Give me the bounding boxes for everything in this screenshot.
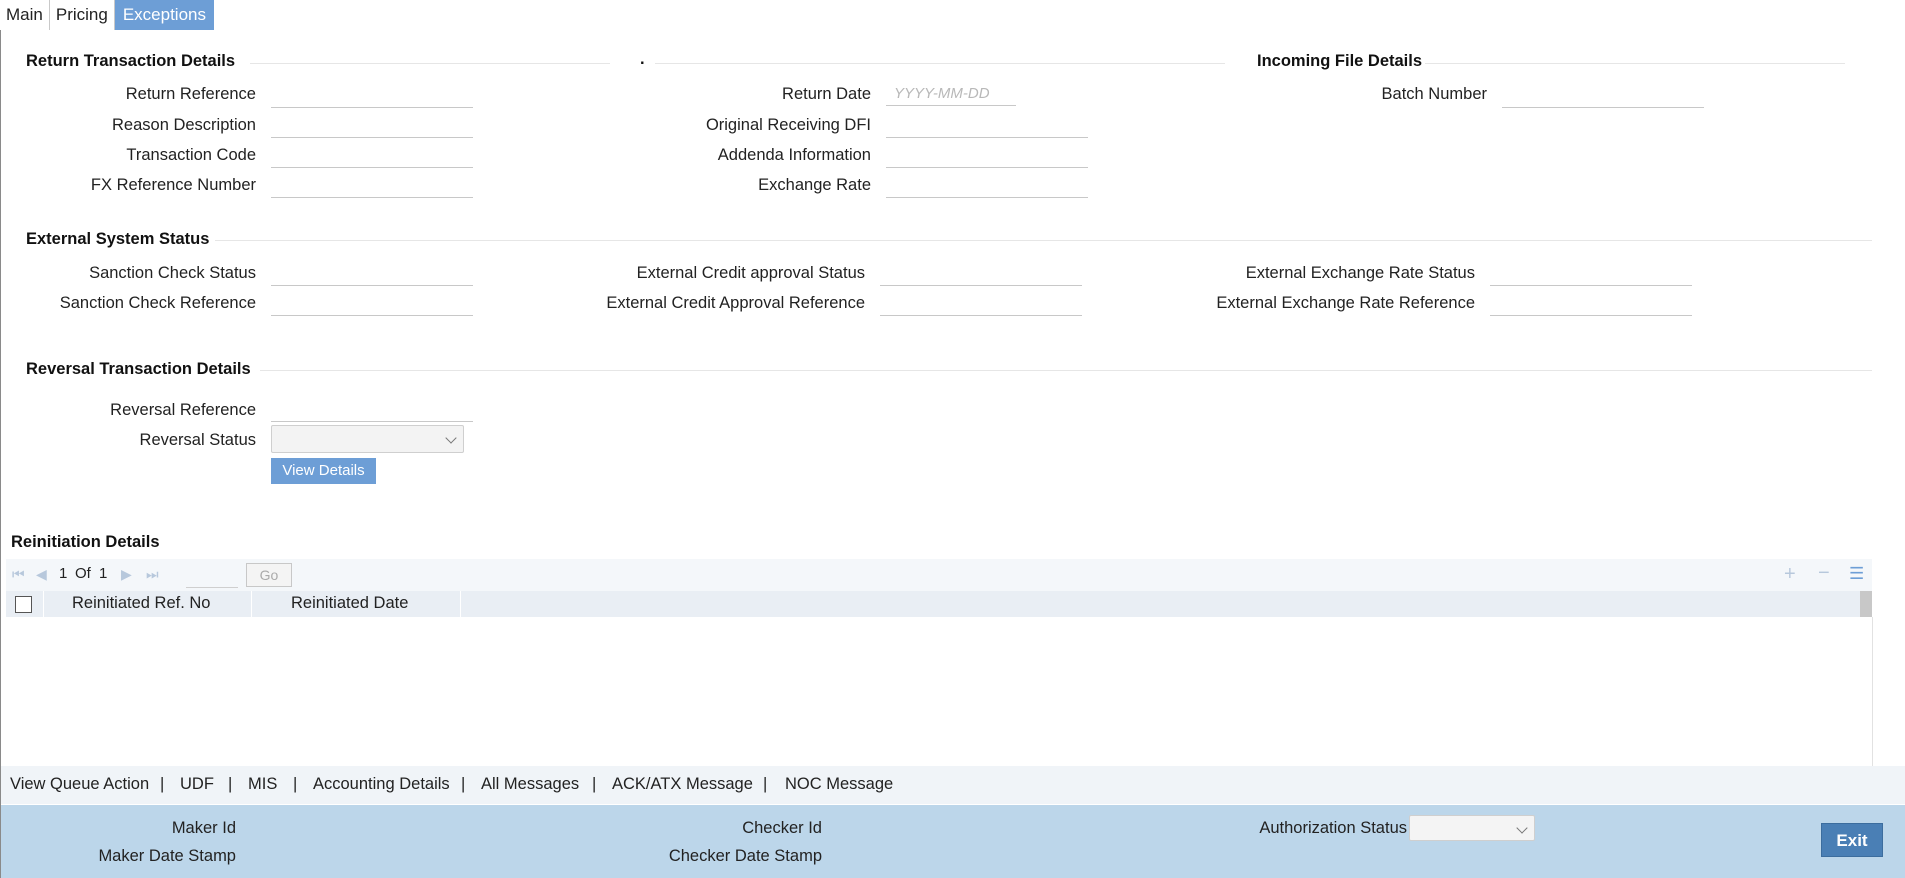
authorization-status-label: Authorization Status: [1259, 819, 1407, 837]
reversal-section-title: Reversal Transaction Details: [26, 360, 251, 378]
return-reference-input[interactable]: [271, 84, 473, 108]
external-section-title: External System Status: [26, 230, 210, 248]
external-exchange-rate-status-label: External Exchange Rate Status: [1245, 264, 1475, 282]
divider: [260, 370, 1872, 371]
original-receiving-dfi-input[interactable]: [886, 114, 1088, 138]
maker-id-label: Maker Id: [171, 819, 236, 837]
add-row-icon[interactable]: +: [1784, 563, 1796, 586]
exchange-rate-input[interactable]: [886, 174, 1088, 198]
incoming-section-title: Incoming File Details: [1257, 52, 1423, 70]
column-header-date[interactable]: Reinitiated Date: [291, 594, 408, 613]
select-all-checkbox[interactable]: [15, 596, 32, 613]
external-credit-approval-reference-label: External Credit Approval Reference: [606, 294, 865, 312]
link-separator: |: [160, 775, 165, 793]
batch-number-input[interactable]: [1502, 84, 1704, 108]
go-button[interactable]: Go: [246, 563, 292, 587]
reversal-reference-label: Reversal Reference: [110, 401, 256, 419]
external-credit-approval-reference-input[interactable]: [880, 292, 1082, 316]
transaction-code-label: Transaction Code: [126, 146, 256, 164]
grid-toolbar: ⏮ ◀ 1 Of 1 ▶ ⏭ Go + − ☰: [6, 559, 1872, 591]
return-section-title: Return Transaction Details: [26, 52, 236, 70]
sanction-check-status-label: Sanction Check Status: [89, 264, 256, 282]
divider: [250, 63, 610, 64]
column-header-ref-no[interactable]: Reinitiated Ref. No: [72, 594, 211, 613]
grid-header: Reinitiated Ref. No Reinitiated Date: [6, 591, 1860, 617]
reason-description-input[interactable]: [271, 114, 473, 138]
column-divider: [251, 591, 252, 617]
delete-row-icon[interactable]: −: [1818, 562, 1830, 585]
checker-id-label: Checker Id: [742, 819, 822, 837]
mis-link[interactable]: MIS: [248, 775, 277, 794]
return-date-input[interactable]: YYYY-MM-DD: [886, 82, 1016, 106]
page-number-input[interactable]: [186, 563, 238, 588]
tab-main[interactable]: Main: [0, 0, 50, 30]
batch-number-label: Batch Number: [1381, 85, 1487, 103]
tab-bar: Main Pricing Exceptions: [0, 0, 214, 30]
external-exchange-rate-status-input[interactable]: [1490, 262, 1692, 286]
reversal-status-label: Reversal Status: [139, 431, 256, 449]
accounting-details-link[interactable]: Accounting Details: [313, 775, 450, 794]
divider: [655, 63, 1225, 64]
next-page-icon[interactable]: ▶: [121, 566, 132, 583]
status-bar: Maker Id Maker Date Stamp Checker Id Che…: [0, 805, 1905, 878]
middle-section-title: .: [640, 50, 645, 68]
sanction-check-reference-input[interactable]: [271, 292, 473, 316]
view-queue-action-link[interactable]: View Queue Action: [10, 775, 149, 794]
noc-message-link[interactable]: NOC Message: [785, 775, 893, 794]
ack-atx-message-link[interactable]: ACK/ATX Message: [612, 775, 753, 794]
transaction-code-input[interactable]: [271, 144, 473, 168]
reversal-status-select[interactable]: [271, 425, 464, 453]
tab-exceptions[interactable]: Exceptions: [114, 0, 214, 30]
page-total: 1: [99, 565, 108, 582]
reinitiation-section-title: Reinitiation Details: [11, 533, 160, 551]
list-view-icon[interactable]: ☰: [1849, 564, 1864, 584]
reason-description-label: Reason Description: [112, 116, 256, 134]
last-page-icon[interactable]: ⏭: [146, 566, 159, 583]
udf-link[interactable]: UDF: [180, 775, 214, 794]
link-separator: |: [592, 775, 597, 793]
exchange-rate-label: Exchange Rate: [758, 176, 871, 194]
first-page-icon[interactable]: ⏮: [12, 566, 25, 583]
link-separator: |: [461, 775, 466, 793]
maker-date-stamp-label: Maker Date Stamp: [98, 847, 236, 865]
divider: [1425, 63, 1845, 64]
chevron-down-icon: [1516, 822, 1528, 834]
exit-button[interactable]: Exit: [1821, 823, 1883, 857]
link-separator: |: [763, 775, 768, 793]
grid-body: [6, 617, 1873, 767]
page-current: 1: [59, 565, 68, 582]
grid-scrollbar[interactable]: [1860, 591, 1872, 617]
checker-date-stamp-label: Checker Date Stamp: [668, 847, 822, 865]
view-details-button[interactable]: View Details: [271, 458, 376, 484]
external-credit-approval-status-label: External Credit approval Status: [636, 264, 865, 282]
fx-reference-number-input[interactable]: [271, 174, 473, 198]
footer-links: View Queue Action | UDF | MIS | Accounti…: [0, 766, 1905, 804]
column-divider: [43, 591, 44, 617]
link-separator: |: [293, 775, 298, 793]
authorization-status-select[interactable]: [1409, 815, 1535, 841]
fx-reference-number-label: FX Reference Number: [90, 176, 256, 194]
prev-page-icon[interactable]: ◀: [36, 566, 47, 583]
external-credit-approval-status-input[interactable]: [880, 262, 1082, 286]
chevron-down-icon: [445, 432, 457, 444]
link-separator: |: [228, 775, 233, 793]
page-of: Of: [75, 565, 91, 582]
original-receiving-dfi-label: Original Receiving DFI: [705, 116, 871, 134]
reversal-reference-input[interactable]: [271, 398, 473, 422]
sanction-check-status-input[interactable]: [271, 262, 473, 286]
external-exchange-rate-reference-input[interactable]: [1490, 292, 1692, 316]
external-exchange-rate-reference-label: External Exchange Rate Reference: [1216, 294, 1475, 312]
return-reference-label: Return Reference: [125, 85, 256, 103]
window-border: [0, 30, 1, 878]
column-divider: [460, 591, 461, 617]
divider: [215, 240, 1872, 241]
addenda-information-input[interactable]: [886, 144, 1088, 168]
tab-pricing[interactable]: Pricing: [50, 0, 115, 30]
addenda-information-label: Addenda Information: [717, 146, 871, 164]
sanction-check-reference-label: Sanction Check Reference: [59, 294, 256, 312]
return-date-label: Return Date: [782, 85, 871, 103]
all-messages-link[interactable]: All Messages: [481, 775, 579, 794]
